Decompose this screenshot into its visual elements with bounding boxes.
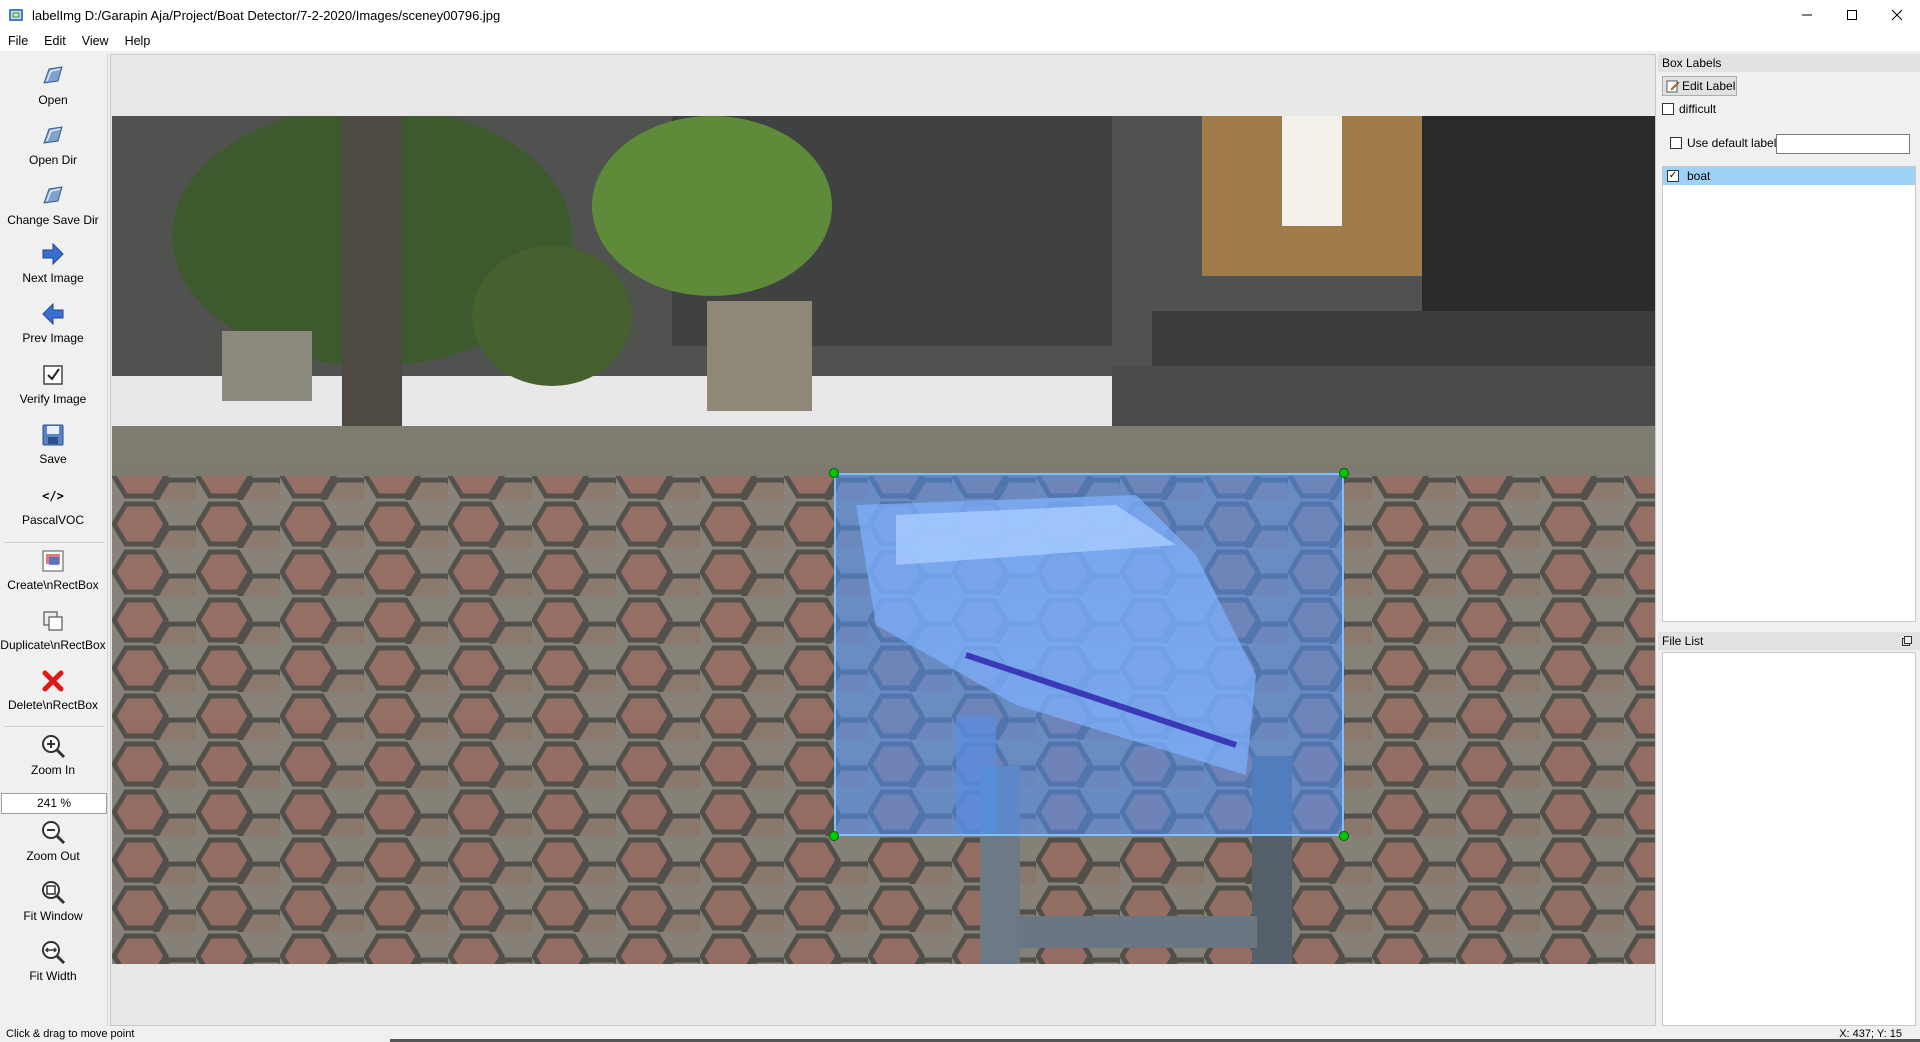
open-dir-button[interactable]: Open Dir (0, 122, 106, 167)
code-icon: </> (39, 482, 67, 510)
fit-width-icon (39, 938, 67, 966)
difficult-label: difficult (1679, 102, 1717, 116)
duplicate-rectbox-label: Duplicate\nRectBox (0, 638, 106, 652)
edit-label-button[interactable]: Edit Label (1662, 76, 1737, 96)
toolbar-separator (4, 726, 104, 727)
format-label: PascalVOC (21, 513, 85, 527)
bbox-handle-top-left[interactable] (829, 468, 839, 478)
bounding-box-boat[interactable] (834, 473, 1344, 836)
bbox-handle-bottom-left[interactable] (829, 831, 839, 841)
close-icon (1891, 9, 1903, 21)
save-icon (39, 421, 67, 449)
change-save-dir-button[interactable]: Change Save Dir (0, 182, 106, 227)
maximize-icon (1847, 10, 1857, 20)
zoom-in-icon (39, 732, 67, 760)
open-icon (39, 62, 67, 90)
zoom-out-button[interactable]: Zoom Out (0, 818, 106, 863)
label-visible-checkbox[interactable]: ✓ (1667, 170, 1679, 182)
arrow-left-icon (39, 300, 67, 328)
create-rectbox-label: Create\nRectBox (7, 578, 99, 592)
close-button[interactable] (1874, 0, 1920, 30)
default-label-input[interactable] (1776, 134, 1910, 154)
delete-rectbox-label: Delete\nRectBox (7, 698, 99, 712)
list-item[interactable]: ✓ boat (1663, 167, 1915, 185)
menu-view[interactable]: View (74, 30, 117, 52)
prev-image-button[interactable]: Prev Image (0, 300, 106, 345)
use-default-label-row: Use default label (1670, 136, 1776, 150)
bbox-handle-bottom-right[interactable] (1339, 831, 1349, 841)
format-button[interactable]: </> PascalVOC (0, 482, 106, 527)
verify-image-label: Verify Image (19, 392, 87, 406)
duplicate-icon (39, 607, 67, 635)
window-title: labelImg D:/Garapin Aja/Project/Boat Det… (32, 7, 501, 23)
checkmark-icon (39, 361, 67, 389)
use-default-label-checkbox[interactable] (1670, 137, 1682, 149)
zoom-in-label: Zoom In (30, 763, 75, 777)
open-dir-label: Open Dir (28, 153, 78, 167)
difficult-row: difficult (1662, 102, 1716, 116)
change-save-dir-label: Change Save Dir (7, 213, 99, 227)
delete-rectbox-button[interactable]: Delete\nRectBox (0, 667, 106, 712)
open-button[interactable]: Open (0, 62, 106, 107)
file-list-title: File List (1658, 632, 1920, 650)
canvas[interactable] (110, 54, 1656, 1026)
file-list-title-text: File List (1662, 634, 1704, 648)
save-button[interactable]: Save (0, 421, 106, 466)
fit-width-label: Fit Width (29, 969, 77, 983)
delete-icon (39, 667, 67, 695)
change-save-dir-icon (39, 182, 67, 210)
duplicate-rectbox-button[interactable]: Duplicate\nRectBox (0, 607, 106, 652)
bbox-handle-top-right[interactable] (1339, 468, 1349, 478)
fit-window-label: Fit Window (23, 909, 83, 923)
menu-help[interactable]: Help (117, 30, 159, 52)
title-bar: labelImg D:/Garapin Aja/Project/Boat Det… (0, 0, 1920, 30)
save-label: Save (39, 452, 67, 466)
format-icon-text: </> (42, 489, 64, 503)
annotated-image[interactable] (112, 116, 1655, 964)
zoom-out-icon (39, 818, 67, 846)
arrow-right-icon (39, 240, 67, 268)
fit-window-button[interactable]: Fit Window (0, 878, 106, 923)
verify-image-button[interactable]: Verify Image (0, 361, 106, 406)
file-list[interactable] (1662, 652, 1916, 1026)
edit-icon (1666, 80, 1680, 93)
next-image-label: Next Image (22, 271, 84, 285)
menu-file[interactable]: File (0, 30, 36, 52)
boat-shape (856, 495, 1256, 834)
menu-edit[interactable]: Edit (36, 30, 74, 52)
minimize-button[interactable] (1784, 0, 1830, 30)
next-image-button[interactable]: Next Image (0, 240, 106, 285)
prev-image-label: Prev Image (22, 331, 84, 345)
label-name: boat (1687, 169, 1711, 183)
zoom-value-field[interactable]: 241 % (1, 793, 107, 814)
fit-window-icon (39, 878, 67, 906)
labelimg-icon (9, 9, 23, 21)
fit-width-button[interactable]: Fit Width (0, 938, 106, 983)
toolbar: Open Open Dir Change Save Dir Next Image (0, 54, 108, 1026)
use-default-label-text: Use default label (1687, 136, 1777, 150)
maximize-button[interactable] (1829, 0, 1875, 30)
label-list: ✓ boat (1662, 166, 1916, 622)
menu-bar: File Edit View Help (0, 30, 1920, 52)
edit-label-text: Edit Label (1682, 79, 1736, 93)
create-rectbox-icon (39, 547, 67, 575)
box-labels-title: Box Labels (1658, 54, 1920, 72)
difficult-checkbox[interactable] (1662, 103, 1674, 115)
open-label: Open (38, 93, 68, 107)
undock-icon[interactable] (1902, 636, 1912, 646)
labelimg-window: labelImg D:/Garapin Aja/Project/Boat Det… (0, 0, 1920, 1042)
status-message: Click & drag to move point (6, 1028, 135, 1040)
create-rectbox-button[interactable]: Create\nRectBox (0, 547, 106, 592)
toolbar-separator (4, 542, 104, 543)
right-dock: Box Labels Edit Label difficult Use defa… (1658, 54, 1920, 1026)
zoom-out-label: Zoom Out (26, 849, 80, 863)
zoom-in-button[interactable]: Zoom In (0, 732, 106, 777)
open-dir-icon (39, 122, 67, 150)
minimize-icon (1802, 14, 1812, 16)
